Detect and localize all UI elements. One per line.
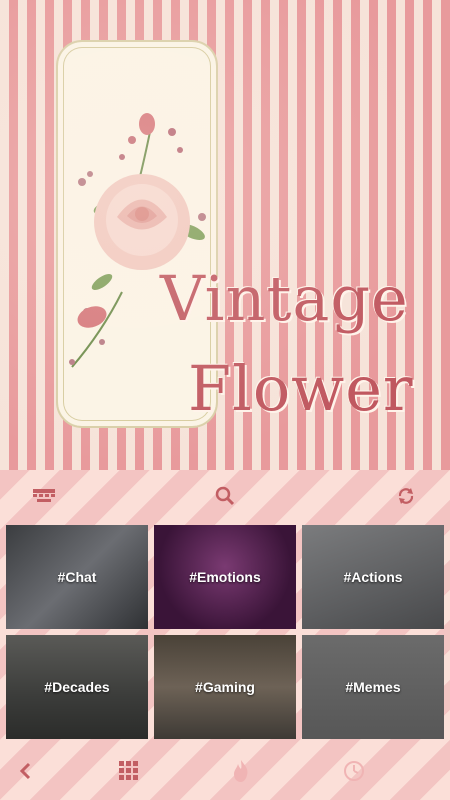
- category-label: #Chat: [57, 569, 97, 585]
- category-tile-decades[interactable]: #Decades: [6, 635, 148, 739]
- search-icon[interactable]: [211, 482, 239, 510]
- category-label: #Gaming: [195, 679, 255, 695]
- category-grid: #Chat #Emotions #Actions #Decades #Gamin…: [6, 525, 444, 739]
- vintage-frame: [56, 40, 218, 428]
- keyboard-icon[interactable]: [30, 482, 58, 510]
- category-label: #Emotions: [189, 569, 261, 585]
- theme-title-line2: Flower: [188, 352, 414, 425]
- category-tile-emotions[interactable]: #Emotions: [154, 525, 296, 629]
- refresh-icon[interactable]: [392, 482, 420, 510]
- category-tile-gaming[interactable]: #Gaming: [154, 635, 296, 739]
- category-label: #Memes: [345, 679, 401, 695]
- rose-illustration: [69, 113, 206, 368]
- category-label: #Actions: [343, 569, 403, 585]
- toolbar: [0, 470, 450, 522]
- flame-icon[interactable]: [227, 757, 255, 785]
- theme-title-line1: Vintage: [160, 262, 409, 335]
- theme-preview: Vintage Flower: [0, 0, 450, 470]
- clock-icon[interactable]: [340, 757, 368, 785]
- category-tile-chat[interactable]: #Chat: [6, 525, 148, 629]
- chevron-left-icon[interactable]: [12, 757, 40, 785]
- category-tile-memes[interactable]: #Memes: [302, 635, 444, 739]
- grid-icon[interactable]: [115, 757, 143, 785]
- category-label: #Decades: [44, 679, 110, 695]
- bottom-nav: [0, 742, 450, 800]
- category-tile-actions[interactable]: #Actions: [302, 525, 444, 629]
